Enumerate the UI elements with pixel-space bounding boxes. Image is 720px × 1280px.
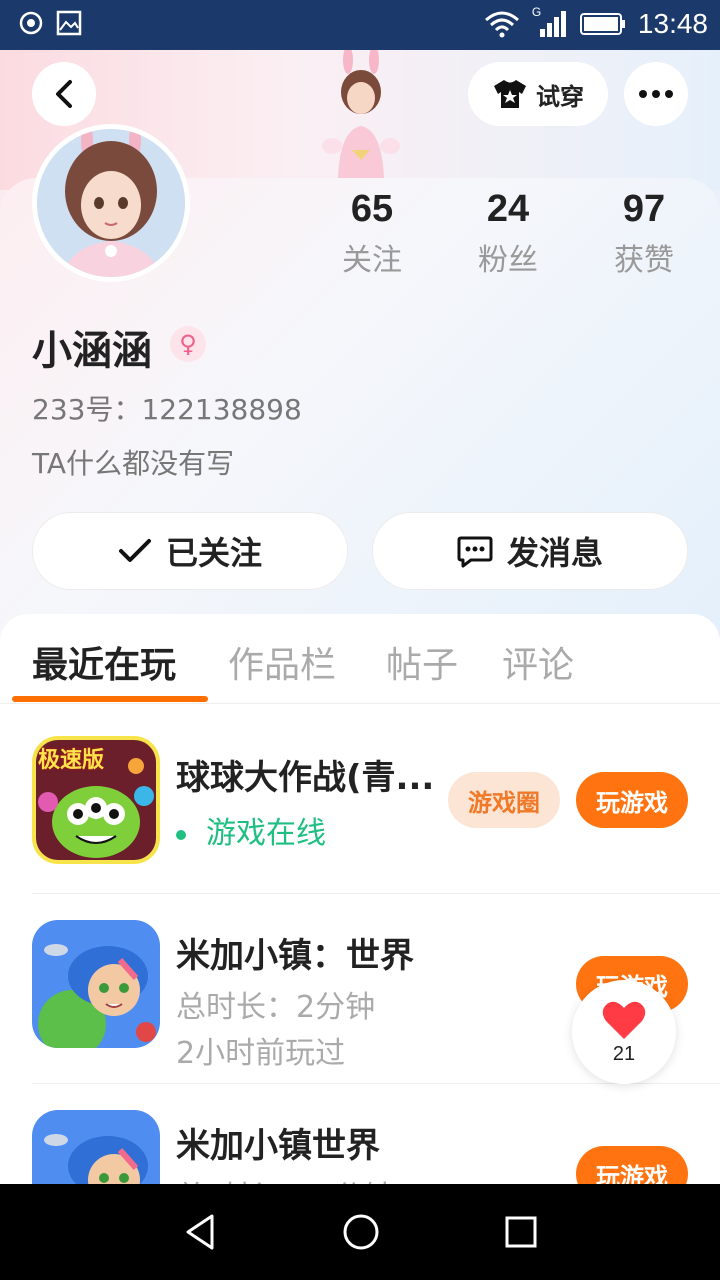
game-circle-button[interactable]: 游戏圈 — [448, 772, 560, 828]
user-bio: TA什么都没有写 — [32, 447, 235, 480]
follow-button[interactable]: 已关注 — [32, 512, 348, 590]
tab-posts[interactable]: 帖子 — [386, 636, 458, 688]
game-icon: 极速版 — [32, 736, 160, 864]
tab-recently-played[interactable]: 最近在玩 — [32, 636, 176, 688]
clock: 13:48 — [637, 8, 708, 39]
tshirt-icon — [494, 80, 526, 108]
game-icon — [32, 920, 160, 1048]
game-playtime: 总时长：2分钟 — [176, 990, 376, 1025]
tab-works[interactable]: 作品栏 — [228, 636, 336, 688]
game-online-status: 游戏在线 — [176, 808, 326, 852]
circle-home-icon — [343, 1214, 379, 1250]
play-game-button[interactable]: 玩游戏 — [576, 1146, 688, 1184]
nav-recents-button[interactable] — [497, 1208, 545, 1256]
tab-bar: 最近在玩 作品栏 帖子 评论 — [0, 614, 720, 704]
tab-active-indicator — [12, 696, 208, 702]
avatar-model-image — [322, 50, 400, 178]
avatar[interactable] — [32, 124, 190, 282]
like-button[interactable]: 21 — [572, 980, 676, 1084]
tab-comments[interactable]: 评论 — [502, 636, 574, 688]
chat-bubble-icon — [457, 536, 493, 568]
follow-label: 已关注 — [165, 534, 262, 572]
message-button[interactable]: 发消息 — [372, 512, 688, 590]
game-name: 球球大作战(青... — [176, 758, 435, 798]
username: 小涵涵 — [32, 328, 152, 374]
heart-icon — [602, 1001, 646, 1039]
game-name: 米加小镇：世界 — [176, 936, 414, 976]
like-count: 21 — [612, 1042, 636, 1065]
game-row[interactable]: 米加小镇世界 总时长：23分钟 玩游戏 — [0, 1084, 720, 1184]
game-last-played: 2小时前玩过 — [176, 1036, 346, 1071]
play-game-button[interactable]: 玩游戏 — [576, 772, 688, 828]
nav-back-button[interactable] — [176, 1208, 224, 1256]
try-on-button[interactable]: 试穿 — [468, 62, 608, 126]
stat-following[interactable]: 65 关注 — [312, 188, 432, 279]
stat-likes[interactable]: 97 获赞 — [584, 188, 704, 279]
gender-female-icon: ♀ — [170, 326, 206, 362]
status-bar: G 13:48 — [0, 0, 720, 50]
user-id: 233号：122138898 — [32, 393, 302, 426]
square-recents-icon — [505, 1216, 537, 1248]
hotspot-icon — [19, 11, 43, 35]
stat-followers-count: 24 — [486, 188, 530, 230]
more-dots-icon — [639, 90, 673, 98]
system-nav-bar — [0, 1184, 720, 1280]
game-playtime: 总时长：23分钟 — [176, 1172, 394, 1184]
message-label: 发消息 — [506, 534, 603, 572]
more-button[interactable] — [624, 62, 688, 126]
triangle-back-icon — [186, 1214, 214, 1250]
battery-icon — [579, 13, 625, 35]
content-panel: 最近在玩 作品栏 帖子 评论 极速版 球球大作战(青... 游戏在线 游戏圈 玩… — [0, 614, 720, 1184]
image-icon — [56, 10, 82, 36]
online-dot-icon — [176, 829, 186, 840]
stat-followers[interactable]: 24 粉丝 — [448, 188, 568, 279]
back-button[interactable] — [32, 62, 96, 126]
game-online-label: 游戏在线 — [206, 816, 326, 851]
wifi-icon — [484, 11, 519, 38]
speed-version-badge: 极速版 — [38, 748, 105, 773]
signal-icon: G — [532, 5, 568, 39]
stat-following-count: 65 — [350, 188, 394, 230]
stat-following-label: 关注 — [342, 243, 402, 278]
avatar-image — [37, 129, 185, 277]
game-icon — [32, 1110, 160, 1184]
stat-likes-count: 97 — [622, 188, 666, 230]
chevron-left-icon — [56, 80, 72, 108]
stat-followers-label: 粉丝 — [478, 243, 538, 278]
nav-home-button[interactable] — [337, 1208, 385, 1256]
game-row[interactable]: 极速版 球球大作战(青... 游戏在线 游戏圈 玩游戏 — [0, 704, 720, 894]
try-on-label: 试穿 — [536, 82, 584, 111]
game-name: 米加小镇世界 — [176, 1126, 380, 1166]
check-icon — [118, 539, 151, 562]
stat-likes-label: 获赞 — [614, 243, 674, 278]
